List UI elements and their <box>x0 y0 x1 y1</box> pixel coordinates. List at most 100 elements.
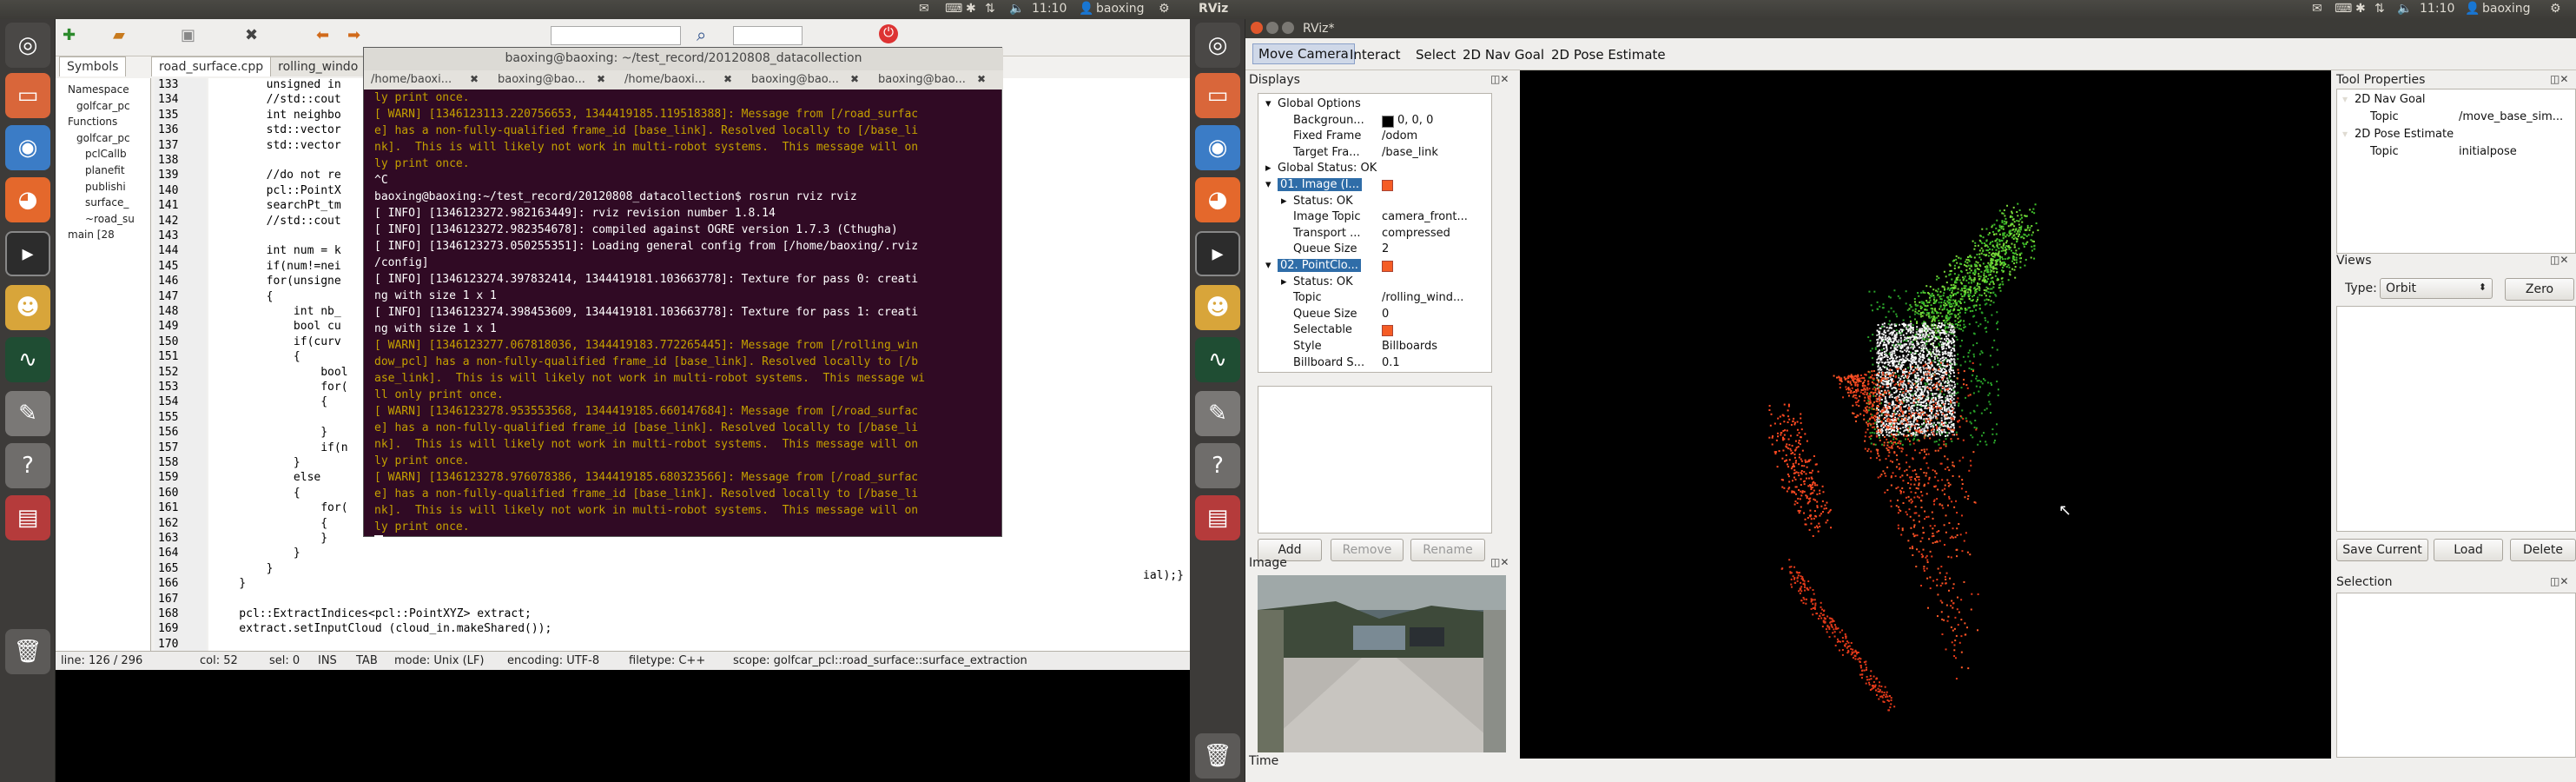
display-row[interactable]: ▸ Status: OK <box>1258 275 1489 291</box>
symbol-item[interactable]: pclCallb <box>85 148 127 160</box>
new-file-icon[interactable]: ✚ <box>63 26 76 44</box>
display-row[interactable]: Transport ... compressed <box>1258 227 1489 242</box>
load-button[interactable]: Load <box>2434 539 2503 561</box>
display-row[interactable]: ▸ Status: OK <box>1258 195 1489 210</box>
game-icon[interactable]: ☻ <box>5 285 50 330</box>
help-icon[interactable]: ? <box>1195 443 1240 488</box>
close-icon[interactable]: ◫✕ <box>2550 575 2568 587</box>
expand-arrow-icon[interactable]: ▾ <box>1265 178 1271 191</box>
terminal-tab[interactable]: /home/baoxi... <box>624 73 705 86</box>
terminal-tab[interactable]: baoxing@bao... <box>878 73 966 86</box>
tool-interact[interactable]: Interact <box>1350 47 1401 63</box>
display-row[interactable]: Topic/rolling_wind... <box>1258 291 1489 307</box>
expand-arrow-icon[interactable]: ▾ <box>1265 97 1271 110</box>
display-row[interactable]: Backgroun... 0, 0, 0 <box>1258 114 1489 129</box>
close-icon[interactable]: ◫✕ <box>2550 73 2568 85</box>
display-row[interactable]: Fixed Frame/odom <box>1258 129 1489 145</box>
display-row[interactable]: Queue Size 0 <box>1258 308 1489 323</box>
views-list[interactable] <box>2336 306 2576 532</box>
search-icon[interactable]: ⌕ <box>697 24 706 45</box>
ubuntu-icon[interactable]: ◎ <box>1195 23 1240 68</box>
network-icon[interactable]: ⇅ <box>2375 2 2385 16</box>
minimize-icon[interactable] <box>1266 22 1278 34</box>
expand-arrow-icon[interactable]: ▸ <box>1281 195 1287 208</box>
view-type-select[interactable]: Orbit ⬍ <box>2380 278 2493 299</box>
close-icon[interactable]: ◫✕ <box>1490 73 1509 85</box>
quit-icon[interactable]: ⏻ <box>879 24 898 43</box>
back-arrow-icon[interactable]: ⬅ <box>316 26 329 44</box>
monitor-icon[interactable]: ∿ <box>1195 337 1240 382</box>
display-row[interactable]: Style Billboards <box>1258 340 1489 355</box>
help-icon[interactable]: ? <box>5 443 50 488</box>
gear-icon[interactable]: ⚙ <box>2550 2 2561 16</box>
tool-2d-nav-goal[interactable]: 2D Nav Goal <box>1463 47 1544 63</box>
tab-road-surface[interactable]: road_surface.cpp <box>151 56 272 76</box>
monitor-icon[interactable]: ∿ <box>5 337 50 382</box>
expand-arrow-icon[interactable]: ▸ <box>1265 162 1271 175</box>
editor-icon[interactable]: ✎ <box>5 391 50 436</box>
close-icon[interactable]: ✖ <box>245 26 258 44</box>
display-row[interactable]: ▸ Global Status: OK <box>1258 162 1489 177</box>
tab-rolling-window[interactable]: rolling_windo <box>270 56 367 76</box>
delete-button[interactable]: Delete <box>2510 539 2576 561</box>
tool-select[interactable]: Select <box>1416 47 1456 63</box>
network-icon[interactable]: ⇅ <box>985 2 995 16</box>
gear-icon[interactable]: ⚙ <box>1159 2 1170 16</box>
ubuntu-icon[interactable]: ◎ <box>5 23 50 68</box>
user-name[interactable]: baoxing <box>2482 2 2531 16</box>
close-icon[interactable]: ✖ <box>850 73 859 85</box>
terminal-icon[interactable]: ▸ <box>5 231 50 276</box>
firefox-icon[interactable]: ◕ <box>1195 177 1240 222</box>
save-icon[interactable]: ▣ <box>181 26 195 44</box>
tool-properties-tree[interactable]: ▾ 2D Nav Goal Topic/move_base_sim... ▾ 2D Po… <box>2336 89 2576 254</box>
chromium-icon[interactable]: ◉ <box>5 125 50 170</box>
forward-arrow-icon[interactable]: ➡ <box>347 26 360 44</box>
displays-tree[interactable]: ▾ Global Options Backgroun... 0, 0, 0 Fixed … <box>1258 93 1492 373</box>
symbol-item[interactable]: Namespace <box>68 83 129 96</box>
expand-arrow-icon[interactable]: ▾ <box>2342 128 2348 140</box>
open-folder-icon[interactable]: ▰ <box>113 26 125 44</box>
display-row[interactable]: Target Fra... /base_link <box>1258 146 1489 162</box>
display-row[interactable]: ▾ 02. PointClo... <box>1258 259 1489 275</box>
close-icon[interactable]: ✖ <box>597 73 605 85</box>
chromium-icon[interactable]: ◉ <box>1195 125 1240 170</box>
checkbox-icon[interactable] <box>1382 261 1393 272</box>
display-row[interactable]: Selectable <box>1258 323 1489 339</box>
workspace-icon[interactable]: ▤ <box>5 495 50 540</box>
bluetooth-icon[interactable]: ✱ <box>966 2 976 16</box>
terminal-tab[interactable]: baoxing@bao... <box>498 73 585 86</box>
folder-icon[interactable]: ▭ <box>5 73 50 118</box>
trash-icon[interactable]: 🗑 <box>1195 733 1240 779</box>
close-icon[interactable]: ◫✕ <box>1490 556 1509 568</box>
remove-button[interactable]: Remove <box>1331 539 1404 561</box>
symbol-item[interactable]: main [28 <box>68 229 115 241</box>
expand-arrow-icon[interactable]: ▾ <box>1265 259 1271 272</box>
selection-tree[interactable] <box>2336 593 2576 758</box>
3d-view[interactable]: ↖ <box>1520 70 2331 759</box>
game-icon[interactable]: ☻ <box>1195 285 1240 330</box>
symbol-item[interactable]: surface_ <box>85 196 129 209</box>
checkbox-icon[interactable] <box>1382 180 1393 191</box>
display-row[interactable]: ▾ Global Options <box>1258 97 1489 113</box>
keyboard-icon[interactable]: ⌨ <box>945 2 962 16</box>
clock[interactable]: 11:10 <box>2420 2 2454 16</box>
symbol-item[interactable]: golfcar_pc <box>76 100 130 112</box>
display-row[interactable]: Queue Size 2 <box>1258 242 1489 258</box>
terminal-tab[interactable]: /home/baoxi... <box>371 73 452 86</box>
display-row[interactable]: ▾ 01. Image (I... <box>1258 178 1489 194</box>
close-icon[interactable]: ✖ <box>723 73 732 85</box>
rename-button[interactable]: Rename <box>1410 539 1485 561</box>
keyboard-icon[interactable]: ⌨ <box>2335 2 2352 16</box>
firefox-icon[interactable]: ◕ <box>5 177 50 222</box>
clock[interactable]: 11:10 <box>1032 2 1067 16</box>
folder-icon[interactable]: ▭ <box>1195 73 1240 118</box>
tool-2d-pose-estimate[interactable]: 2D Pose Estimate <box>1551 47 1666 63</box>
terminal-icon[interactable]: ▸ <box>1195 231 1240 276</box>
volume-icon[interactable]: 🔈 <box>2397 2 2412 16</box>
search-input[interactable] <box>551 26 681 45</box>
editor-icon[interactable]: ✎ <box>1195 391 1240 436</box>
expand-arrow-icon[interactable]: ▸ <box>1281 275 1287 288</box>
checkbox-icon[interactable] <box>1382 325 1393 337</box>
user-icon[interactable]: 👤 <box>2465 2 2480 16</box>
volume-icon[interactable]: 🔈 <box>1009 2 1024 16</box>
